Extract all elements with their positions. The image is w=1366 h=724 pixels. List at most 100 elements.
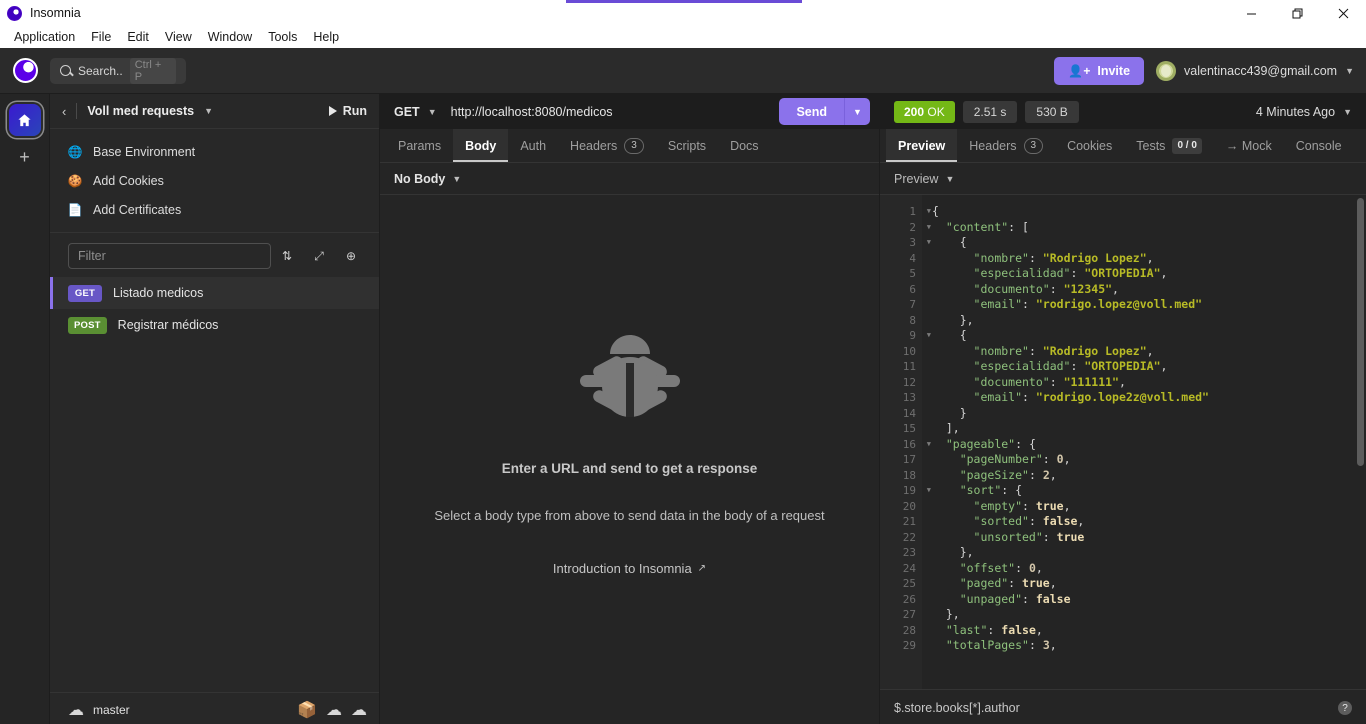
body-type-selector[interactable]: No Body [394,172,445,186]
menu-application[interactable]: Application [6,28,83,46]
maximize-icon[interactable] [1274,0,1320,26]
code-token: true [1056,529,1085,544]
line-number: 20 [902,499,916,513]
code-line: { [922,204,1366,220]
code-token: }, [932,312,974,327]
chevron-down-icon: ▼ [1343,106,1352,117]
request-item-registrar-medicos[interactable]: POST Registrar médicos [50,309,379,341]
expand-icon[interactable]: ⤢ [303,243,335,269]
menu-file[interactable]: File [83,28,119,46]
back-icon[interactable]: ‹ [62,104,66,119]
send-options-chevron-down-icon[interactable]: ▼ [844,98,870,125]
workspace-name[interactable]: Voll med requests [87,104,194,118]
code-line: { [922,328,1366,344]
global-search[interactable]: Search.. Ctrl + P [50,57,186,84]
menu-window[interactable]: Window [200,28,260,46]
line-number: 24 [902,561,916,575]
menu-tools[interactable]: Tools [260,28,305,46]
code-line: }, [922,313,1366,329]
tab-preview[interactable]: Preview [886,129,958,162]
code-token: false [1042,514,1078,528]
titlebar-accent-bar [566,0,802,3]
tab-docs[interactable]: Docs [718,129,770,162]
request-item-listado-medicos[interactable]: GET Listado medicos [50,277,379,309]
chevron-down-icon[interactable]: ▼ [452,174,461,184]
vertical-scrollbar[interactable] [1357,198,1364,466]
cloud-upload-icon[interactable]: ☁ [351,700,367,720]
fold-arrow-icon[interactable]: ▼ [927,437,931,453]
menu-help[interactable]: Help [305,28,347,46]
fold-arrow-icon[interactable]: ▼ [927,220,931,236]
response-pane: 200 OK 2.51 s 530 B 4 Minutes Ago ▼ Prev… [880,94,1366,724]
line-number: 28 [902,623,916,637]
code-line: "totalPages": 3, [922,638,1366,654]
tab-scripts[interactable]: Scripts [656,129,718,162]
code-line: "sort": { [922,483,1366,499]
method-selector[interactable]: GET ▼ [394,105,437,119]
code-line: "unpaged": false [922,592,1366,608]
tab-params[interactable]: Params [386,129,453,162]
tab-mock[interactable]: → Mock [1214,129,1284,162]
response-size[interactable]: 530 B [1025,100,1079,123]
view-mode-selector[interactable]: Preview [894,172,938,186]
filter-input[interactable] [68,243,271,269]
add-workspace-button[interactable]: + [19,148,30,166]
chevron-down-icon[interactable]: ▼ [945,174,954,184]
sort-icon[interactable]: ⇅ [271,243,303,269]
url-input[interactable]: http://localhost:8080/medicos [451,105,780,119]
app-header: Search.. Ctrl + P 👤+ Invite valentinacc4… [0,48,1366,94]
tab-console[interactable]: Console [1284,129,1354,162]
branch-label[interactable]: master [93,703,130,717]
code-token: , [1112,281,1119,296]
jsonpath-filter-input[interactable]: $.store.books[*].author [894,701,1338,715]
line-number: 19 ▼ [902,484,931,497]
code-line: "especialidad": "ORTOPEDIA", [922,266,1366,282]
tab-auth[interactable]: Auth [508,129,558,162]
send-button[interactable]: Send [779,98,844,125]
close-icon[interactable] [1320,0,1366,26]
response-time[interactable]: 2.51 s [962,100,1018,123]
fold-arrow-icon[interactable]: ▼ [927,235,931,251]
line-number: 29 [902,639,916,652]
fold-arrow-icon[interactable]: ▼ [927,328,931,344]
user-account-menu[interactable]: valentinacc439@gmail.com ▼ [1156,60,1354,81]
help-icon[interactable]: ? [1338,701,1352,715]
workspace-chevron-down-icon[interactable]: ▼ [204,106,213,116]
run-button[interactable]: Run [328,104,367,118]
sidebar-item-base-environment[interactable]: 🌐 Base Environment [50,137,379,166]
introduction-link[interactable]: Introduction to Insomnia ↗ [553,561,706,576]
code-token: "Rodrigo Lopez" [1042,343,1147,358]
sidebar-item-add-certificates[interactable]: 📄 Add Certificates [50,195,379,224]
fold-arrow-icon[interactable]: ▼ [927,483,931,499]
line-number: 17 [902,453,916,466]
code-token: true [1022,576,1050,590]
minimize-icon[interactable] [1228,0,1274,26]
app-logo-wrap [0,58,50,83]
tab-tests[interactable]: Tests 0 / 0 [1124,129,1214,162]
status-badge[interactable]: 200 OK [894,100,955,123]
code-token: : [1028,638,1043,652]
request-name: Listado medicos [113,286,204,300]
home-button[interactable] [8,104,41,136]
response-history-selector[interactable]: 4 Minutes Ago ▼ [1256,105,1352,119]
response-body-viewer[interactable]: 1 ▼ 2 ▼ 3 ▼ 4 5 6 7 8 9 ▼ 10 11 12 13 14 15 16 ▼ 17 18 19 ▼ 20 21 2… [880,195,1366,689]
fold-arrow-icon[interactable]: ▼ [927,204,931,220]
menu-edit[interactable]: Edit [119,28,157,46]
add-request-icon[interactable]: ⊕ [335,243,367,269]
send-group: Send ▼ [779,98,870,125]
package-icon[interactable]: 📦 [297,700,317,720]
search-input[interactable]: Search.. [78,64,123,78]
tab-body[interactable]: Body [453,129,509,162]
sidebar-item-add-cookies[interactable]: 🍪 Add Cookies [50,166,379,195]
tab-headers[interactable]: Headers 3 [558,129,656,162]
tab-cookies[interactable]: Cookies [1055,129,1124,162]
menu-view[interactable]: View [157,28,200,46]
code-token: : [987,622,1002,637]
tab-response-headers[interactable]: Headers 3 [957,129,1055,162]
cloud-download-icon[interactable]: ☁ [326,700,342,720]
invite-button[interactable]: 👤+ Invite [1054,56,1145,85]
